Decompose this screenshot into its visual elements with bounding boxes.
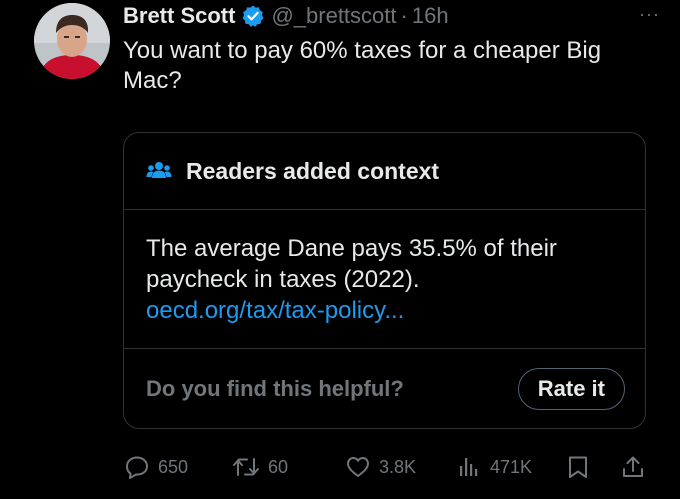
more-options-icon[interactable]: ··· bbox=[639, 4, 660, 25]
tweet-header: Brett Scott @_brettscott · 16h ··· bbox=[123, 0, 660, 32]
reply-count: 650 bbox=[158, 456, 189, 477]
views-button[interactable]: 471K bbox=[456, 450, 532, 484]
reply-button[interactable]: 650 bbox=[124, 450, 188, 484]
retweet-count: 60 bbox=[268, 456, 289, 477]
bookmark-button[interactable] bbox=[566, 450, 590, 484]
avatar-image bbox=[34, 3, 110, 79]
like-button[interactable]: 3.8K bbox=[345, 450, 416, 484]
helpful-question: Do you find this helpful? bbox=[146, 376, 404, 401]
tweet-timestamp[interactable]: 16h bbox=[412, 3, 449, 29]
share-icon bbox=[620, 454, 646, 480]
verified-badge-icon bbox=[241, 4, 265, 28]
people-icon bbox=[146, 158, 172, 184]
retweet-button[interactable]: 60 bbox=[232, 450, 288, 484]
tweet-text: You want to pay 60% taxes for a cheaper … bbox=[123, 37, 602, 94]
tweet-action-bar: 650 60 3.8K 471K bbox=[0, 450, 680, 484]
like-count: 3.8K bbox=[379, 456, 417, 477]
community-note-footer: Do you find this helpful? Rate it bbox=[124, 349, 645, 428]
community-note-card: Readers added context The average Dane p… bbox=[123, 132, 646, 429]
retweet-icon bbox=[232, 454, 260, 480]
community-note-title: Readers added context bbox=[186, 157, 440, 184]
views-chart-icon bbox=[456, 454, 482, 480]
author-name[interactable]: Brett Scott bbox=[123, 3, 235, 29]
community-note-body: The average Dane pays 35.5% of their pay… bbox=[124, 210, 645, 349]
heart-icon bbox=[345, 454, 371, 480]
community-note-header: Readers added context bbox=[124, 133, 645, 210]
community-note-text: The average Dane pays 35.5% of their pay… bbox=[146, 235, 557, 293]
header-separator: · bbox=[400, 3, 408, 28]
reply-icon bbox=[124, 454, 150, 480]
bookmark-icon bbox=[566, 454, 590, 480]
views-count: 471K bbox=[490, 456, 533, 477]
share-button[interactable] bbox=[620, 450, 646, 484]
author-handle[interactable]: @_brettscott bbox=[271, 3, 396, 29]
community-note-link[interactable]: oecd.org/tax/tax-policy... bbox=[146, 295, 625, 326]
rate-it-button[interactable]: Rate it bbox=[517, 368, 625, 410]
author-avatar[interactable] bbox=[34, 3, 110, 79]
